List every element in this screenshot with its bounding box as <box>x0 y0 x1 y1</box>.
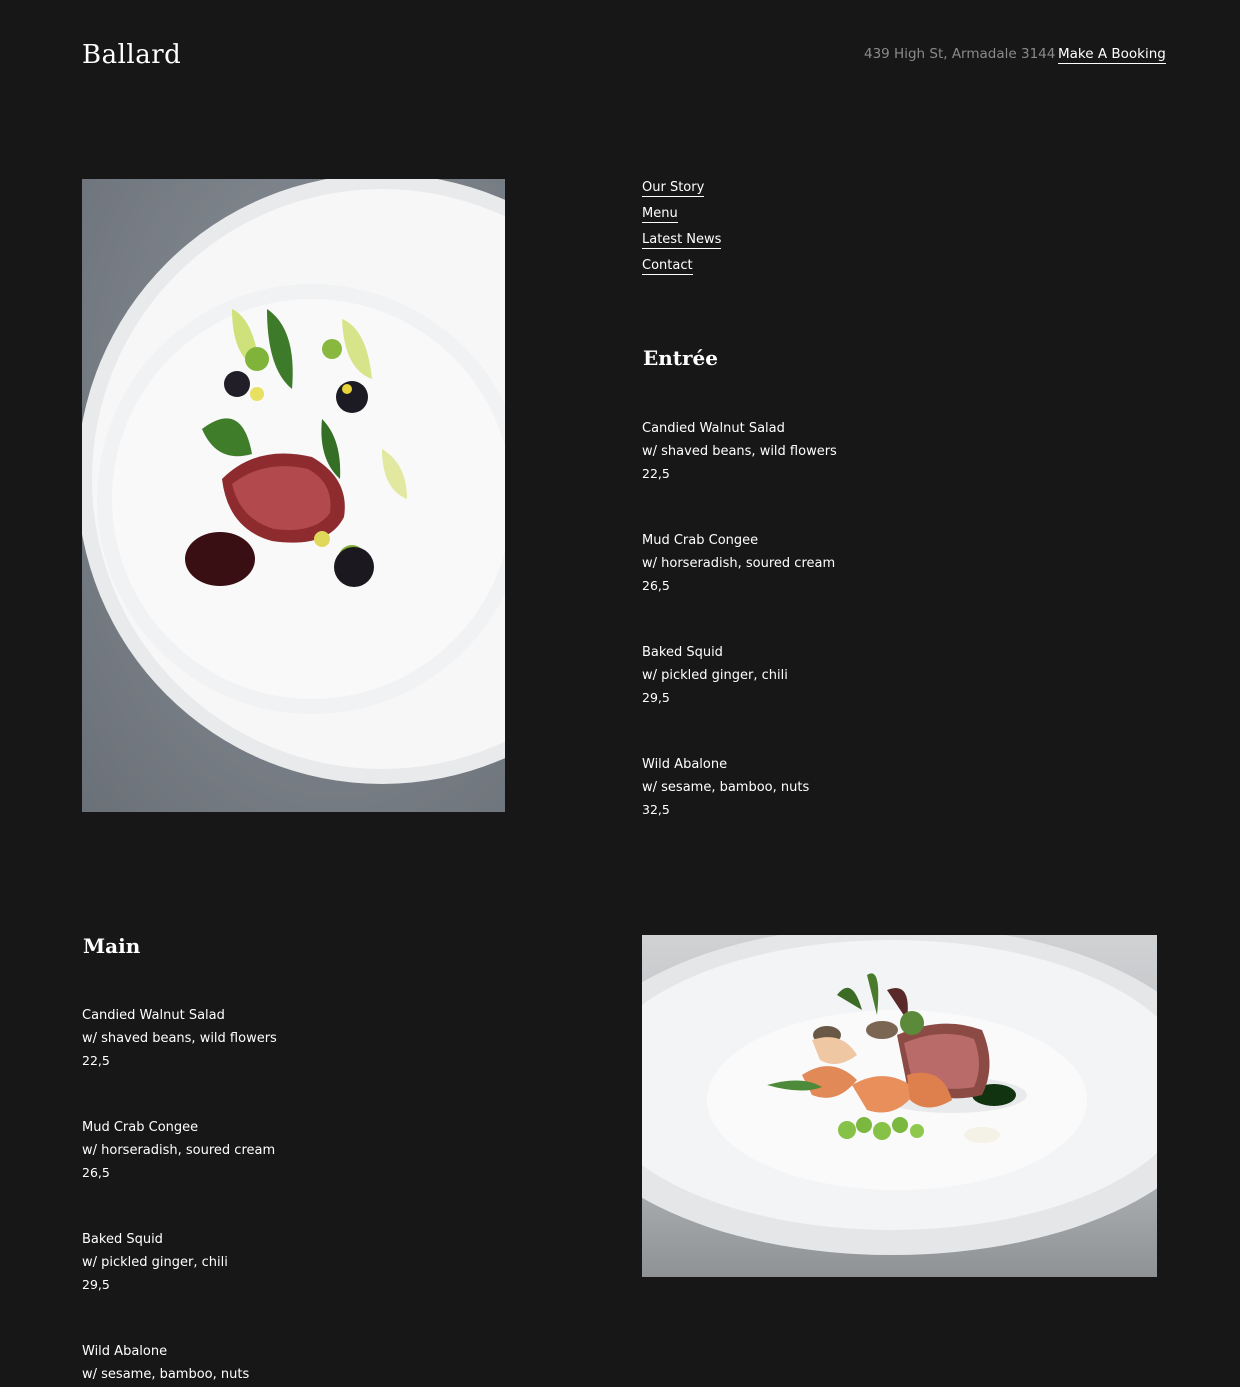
dish-price: 29,5 <box>82 1277 110 1292</box>
site-logo[interactable]: Ballard <box>82 40 181 70</box>
main-dish-photo <box>642 935 1157 1277</box>
dish-price: 26,5 <box>642 578 670 593</box>
restaurant-address: 439 High St, Armadale 3144 <box>864 46 1056 62</box>
dish-price: 29,5 <box>642 690 670 705</box>
dish-name: Mud Crab Congee <box>82 1120 199 1135</box>
dish-description: w/ shaved beans, wild flowers <box>642 443 837 459</box>
main-item: Mud Crab Congee w/ horseradish, soured c… <box>82 1117 275 1185</box>
nav-our-story[interactable]: Our Story <box>642 180 705 197</box>
main-item: Candied Walnut Salad w/ shaved beans, wi… <box>82 1005 277 1073</box>
dish-name: Mud Crab Congee <box>642 533 759 548</box>
main-item: Wild Abalone w/ sesame, bamboo, nuts <box>82 1341 249 1386</box>
dish-description: w/ pickled ginger, chili <box>642 667 788 683</box>
dish-description: w/ shaved beans, wild flowers <box>82 1030 277 1046</box>
dish-name: Baked Squid <box>82 1232 163 1247</box>
dish-description: w/ sesame, bamboo, nuts <box>642 779 810 795</box>
entree-item: Candied Walnut Salad w/ shaved beans, wi… <box>642 418 837 486</box>
dish-description: w/ horseradish, soured cream <box>642 555 836 571</box>
make-booking-link[interactable]: Make A Booking <box>1058 46 1166 64</box>
dish-name: Wild Abalone <box>642 757 728 772</box>
nav-latest-news[interactable]: Latest News <box>642 232 722 249</box>
entree-dish-photo <box>82 179 505 812</box>
dish-name: Candied Walnut Salad <box>82 1008 225 1023</box>
dish-description: w/ sesame, bamboo, nuts <box>82 1366 250 1382</box>
entree-item: Mud Crab Congee w/ horseradish, soured c… <box>642 530 835 598</box>
dish-price: 22,5 <box>642 466 670 481</box>
dish-description: w/ pickled ginger, chili <box>82 1254 228 1270</box>
entree-item: Wild Abalone w/ sesame, bamboo, nuts 32,… <box>642 754 809 822</box>
dish-name: Candied Walnut Salad <box>642 421 785 436</box>
dish-price: 32,5 <box>642 802 670 817</box>
dish-name: Wild Abalone <box>82 1344 168 1359</box>
main-item: Baked Squid w/ pickled ginger, chili 29,… <box>82 1229 228 1297</box>
entree-item: Baked Squid w/ pickled ginger, chili 29,… <box>642 642 788 710</box>
dish-description: w/ horseradish, soured cream <box>82 1142 276 1158</box>
dish-name: Baked Squid <box>642 645 723 660</box>
entree-heading: Entrée <box>643 346 719 370</box>
main-navigation: Our Story Menu Latest News Contact <box>642 180 722 284</box>
dish-price: 22,5 <box>82 1053 110 1068</box>
nav-contact[interactable]: Contact <box>642 258 693 275</box>
nav-menu[interactable]: Menu <box>642 206 678 223</box>
main-heading: Main <box>83 934 141 958</box>
dish-price: 26,5 <box>82 1165 110 1180</box>
